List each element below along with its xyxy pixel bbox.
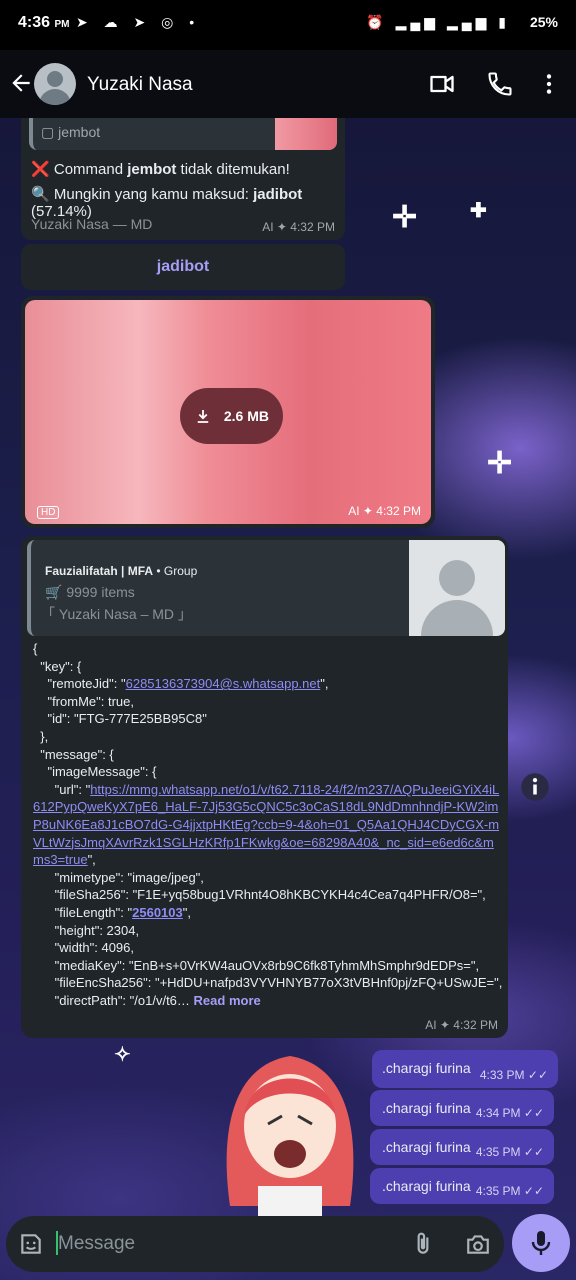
cart-icon: 🛒 (45, 584, 63, 600)
double-check-icon: ✓✓ (523, 1106, 544, 1120)
read-more-link[interactable]: Read more (194, 993, 261, 1008)
magnifier-icon: 🔍 (31, 186, 50, 203)
sparkle-icon: ✧ (114, 1044, 131, 1066)
message-line: 🔍 Mungkin yang kamu maksud: jadibot (57.… (31, 186, 303, 220)
notification-icons: ➤ ☁ ➤ ◎ • (76, 14, 201, 30)
message-meta: 4:33 PM ✓✓ (479, 1068, 548, 1082)
json-body: { "key": { "remoteJid": "6285136373904@s… (33, 641, 503, 1008)
message-text: .charagi furina (382, 1060, 471, 1076)
bot-message-bubble[interactable]: ▢ jembot ❌ Command jembot tidak ditemuka… (21, 118, 345, 240)
group-footer: 「 Yuzaki Nasa – MD 」 (41, 606, 192, 622)
back-arrow-icon[interactable] (8, 70, 34, 96)
message-meta: AI ✦ 4:32 PM (262, 220, 335, 234)
double-check-icon: ✓✓ (523, 1145, 544, 1159)
message-meta: 4:35 PM ✓✓ (475, 1184, 544, 1198)
blurred-image[interactable]: 2.6 MB HD AI ✦ 4:32 PM (25, 300, 431, 524)
chat-header: Yuzaki Nasa (0, 50, 576, 118)
sparkle-icon: ✛ (392, 201, 418, 234)
remote-jid-link[interactable]: 6285136373904@s.whatsapp.net (126, 676, 321, 691)
group-preview-card[interactable]: Fauzialifatah | MFA • Group 🛒 9999 items… (27, 540, 505, 636)
message-composer[interactable]: Message (6, 1216, 504, 1272)
download-icon (197, 410, 209, 423)
sparkle-icon: ✚ (470, 200, 487, 222)
status-bar: 4:36 PM ➤ ☁ ➤ ◎ • ⏰ ▂▄▆ ▂▄▆ ▮ 25% (0, 0, 576, 50)
status-time: 4:36 PM (18, 14, 70, 31)
hd-badge: HD (37, 506, 60, 519)
sparkle-icon: ✛ (487, 447, 513, 480)
signal-icons: ⏰ ▂▄▆ ▂▄▆ ▮ (366, 14, 510, 30)
battery-level: 25% (529, 14, 558, 30)
sticker-icon[interactable] (18, 1231, 44, 1257)
info-icon[interactable] (520, 772, 550, 802)
anime-girl-sticker[interactable] (210, 1036, 370, 1216)
message-meta: 4:34 PM ✓✓ (475, 1106, 544, 1120)
file-length-link[interactable]: 2560103 (132, 905, 183, 920)
message-meta: 4:35 PM ✓✓ (475, 1145, 544, 1159)
voice-call-icon[interactable] (486, 70, 514, 98)
attach-icon[interactable] (410, 1231, 436, 1257)
camera-icon[interactable] (464, 1231, 492, 1257)
json-message-bubble[interactable]: Fauzialifatah | MFA • Group 🛒 9999 items… (21, 536, 508, 1038)
message-text: .charagi furina (382, 1178, 471, 1194)
download-button[interactable]: 2.6 MB (180, 388, 283, 444)
double-check-icon: ✓✓ (523, 1184, 544, 1198)
video-call-icon[interactable] (428, 70, 456, 98)
message-text: .charagi furina (382, 1139, 471, 1155)
outgoing-message[interactable]: .charagi furina 4:35 PM ✓✓ (370, 1168, 554, 1204)
outgoing-message[interactable]: .charagi furina 4:34 PM ✓✓ (370, 1090, 554, 1126)
contact-avatar[interactable] (34, 63, 76, 105)
group-items: 🛒 9999 items (45, 584, 135, 600)
group-avatar (409, 540, 505, 636)
quoted-message[interactable]: ▢ jembot (29, 118, 337, 150)
quoted-thumbnail (275, 118, 337, 150)
jadibot-button[interactable]: jadibot (21, 244, 345, 290)
more-options-icon[interactable] (536, 70, 562, 98)
message-footer: Yuzaki Nasa — MD (31, 216, 153, 232)
quoted-text: ▢ jembot (41, 124, 101, 140)
message-meta: AI ✦ 4:32 PM (425, 1018, 498, 1032)
message-line: ❌ Command jembot tidak ditemukan! (31, 161, 290, 178)
message-meta: AI ✦ 4:32 PM (348, 504, 421, 518)
voice-record-button[interactable] (512, 1214, 570, 1272)
message-input[interactable]: Message (58, 1233, 135, 1255)
image-message-bubble[interactable]: 2.6 MB HD AI ✦ 4:32 PM (21, 296, 435, 528)
outgoing-message[interactable]: .charagi furina 4:35 PM ✓✓ (370, 1129, 554, 1165)
image-url-link[interactable]: https://mmg.whatsapp.net/o1/v/t62.7118-2… (33, 782, 499, 867)
outgoing-message[interactable]: .charagi furina 4:33 PM ✓✓ (372, 1050, 558, 1088)
group-title: Fauzialifatah | MFA • Group (45, 564, 198, 578)
microphone-icon (531, 1231, 551, 1255)
double-check-icon: ✓✓ (527, 1068, 548, 1082)
message-text: .charagi furina (382, 1100, 471, 1116)
cross-icon: ❌ (31, 161, 50, 178)
contact-name[interactable]: Yuzaki Nasa (87, 74, 193, 96)
